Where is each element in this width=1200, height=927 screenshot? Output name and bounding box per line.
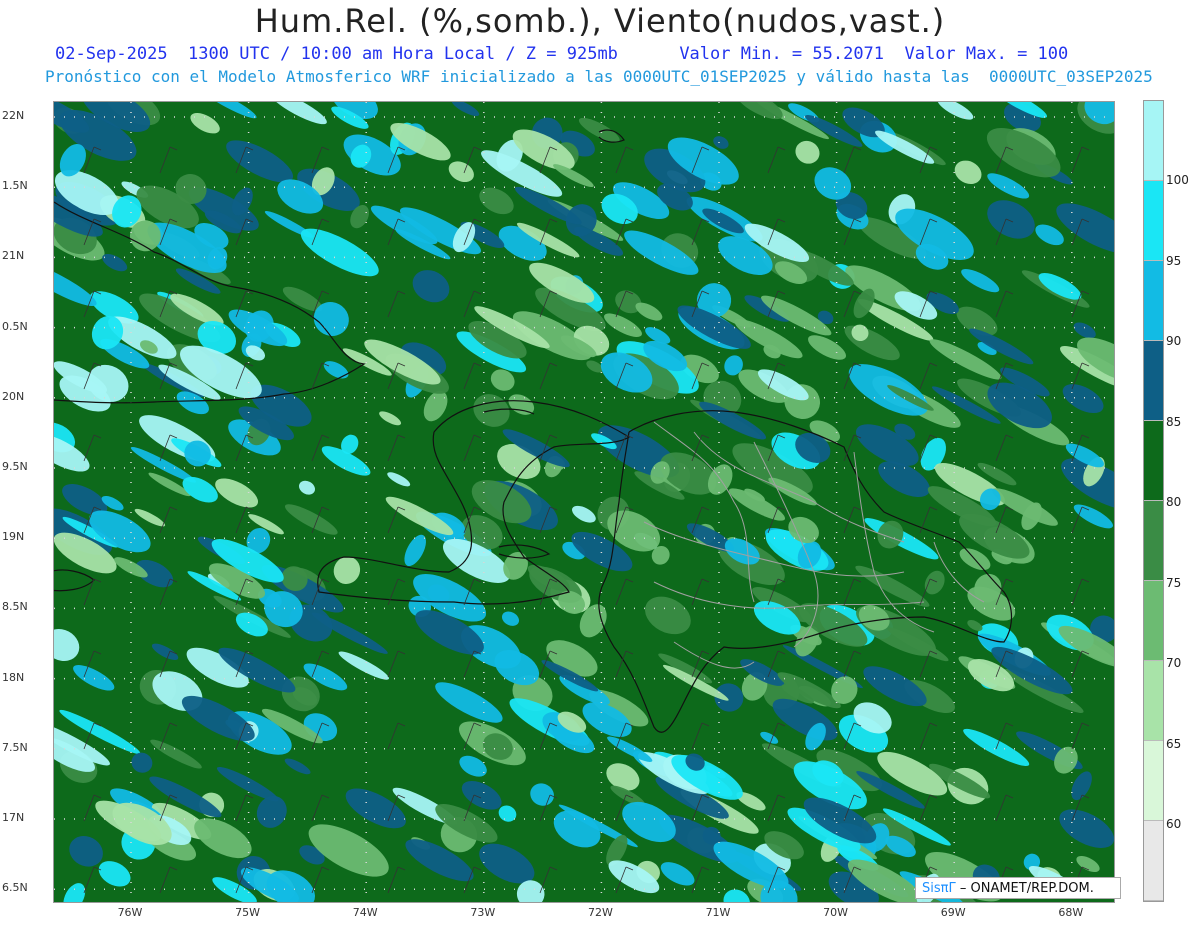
lon-label: 68W <box>1058 906 1084 919</box>
lon-label: 69W <box>940 906 966 919</box>
lat-label: 9.5N <box>2 460 28 473</box>
colorbar-segment <box>1144 741 1163 821</box>
lat-label: 21N <box>2 249 25 263</box>
colorbar-segment <box>1144 181 1163 261</box>
lon-label: 76W <box>117 906 143 919</box>
colorbar-segment <box>1144 661 1163 741</box>
lat-label: 17N <box>2 811 25 824</box>
colorbar-label: 100 <box>1166 173 1189 187</box>
colorbar-segment <box>1144 581 1163 661</box>
map-panel <box>53 101 1115 903</box>
colorbar-label: 90 <box>1166 334 1182 348</box>
lon-label: 75W <box>235 906 261 919</box>
subtitle-time-range: 02-Sep-2025 1300 UTC / 10:00 am Hora Loc… <box>55 44 1069 64</box>
lon-label: 73W <box>470 906 496 919</box>
colorbar-segment <box>1144 821 1163 901</box>
lon-label: 70W <box>823 906 849 919</box>
map-title: Hum.Rel. (%,somb.), Viento(nudos,vast.) <box>254 2 946 40</box>
credit-box: SisπΓ – ONAMET/REP.DOM. <box>915 877 1121 899</box>
subtitle-model-info: Pronóstico con el Modelo Atmosferico WRF… <box>45 67 1153 86</box>
colorbar-segment <box>1144 421 1163 501</box>
credit-text: – ONAMET/REP.DOM. <box>959 881 1094 896</box>
lat-label: 6.5N <box>2 881 28 895</box>
lat-label: 19N <box>2 530 25 544</box>
lat-label: 0.5N <box>2 319 28 333</box>
lon-label: 71W <box>705 906 731 919</box>
lon-label: 74W <box>352 906 378 919</box>
colorbar <box>1143 100 1164 902</box>
colorbar-label: 95 <box>1166 253 1182 268</box>
colorbar-segment <box>1144 261 1163 341</box>
colorbar-label: 65 <box>1166 736 1182 751</box>
lat-label: 1.5N <box>2 179 28 193</box>
lat-label: 22N <box>2 109 25 122</box>
colorbar-segment <box>1144 341 1163 421</box>
colorbar-segment <box>1144 501 1163 581</box>
lat-label: 18N <box>2 670 25 684</box>
colorbar-label: 85 <box>1166 414 1182 429</box>
lat-label: 8.5N <box>2 600 28 614</box>
sispi-logo: SisπΓ <box>922 881 956 896</box>
humidity-map <box>54 102 1114 902</box>
colorbar-label: 60 <box>1166 817 1182 831</box>
colorbar-label: 75 <box>1166 575 1182 590</box>
colorbar-label: 80 <box>1166 495 1182 509</box>
lat-label: 7.5N <box>2 740 28 754</box>
lon-label: 72W <box>587 906 613 919</box>
colorbar-segment <box>1144 101 1163 181</box>
lat-label: 20N <box>2 389 25 403</box>
colorbar-label: 70 <box>1166 656 1182 670</box>
